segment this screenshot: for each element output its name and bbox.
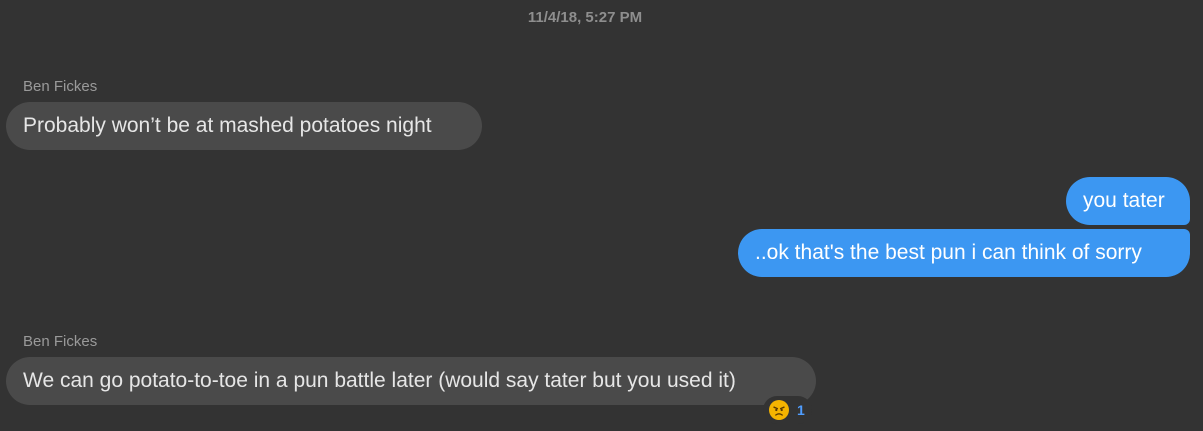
outgoing-message-bubble[interactable]: ..ok that's the best pun i can think of … [738,229,1190,277]
message-timestamp: 11/4/18, 5:27 PM [527,9,643,26]
incoming-message-bubble[interactable]: Probably won’t be at mashed potatoes nig… [6,102,482,150]
message-reaction[interactable]: 1 [763,396,812,424]
outgoing-message-bubble[interactable]: you tater [1066,177,1190,225]
angry-face-icon [769,400,789,420]
reaction-count: 1 [797,402,805,418]
sender-name: Ben Fickes [23,333,98,350]
incoming-message-bubble[interactable]: We can go potato-to-toe in a pun battle … [6,357,816,405]
sender-name: Ben Fickes [23,78,98,95]
